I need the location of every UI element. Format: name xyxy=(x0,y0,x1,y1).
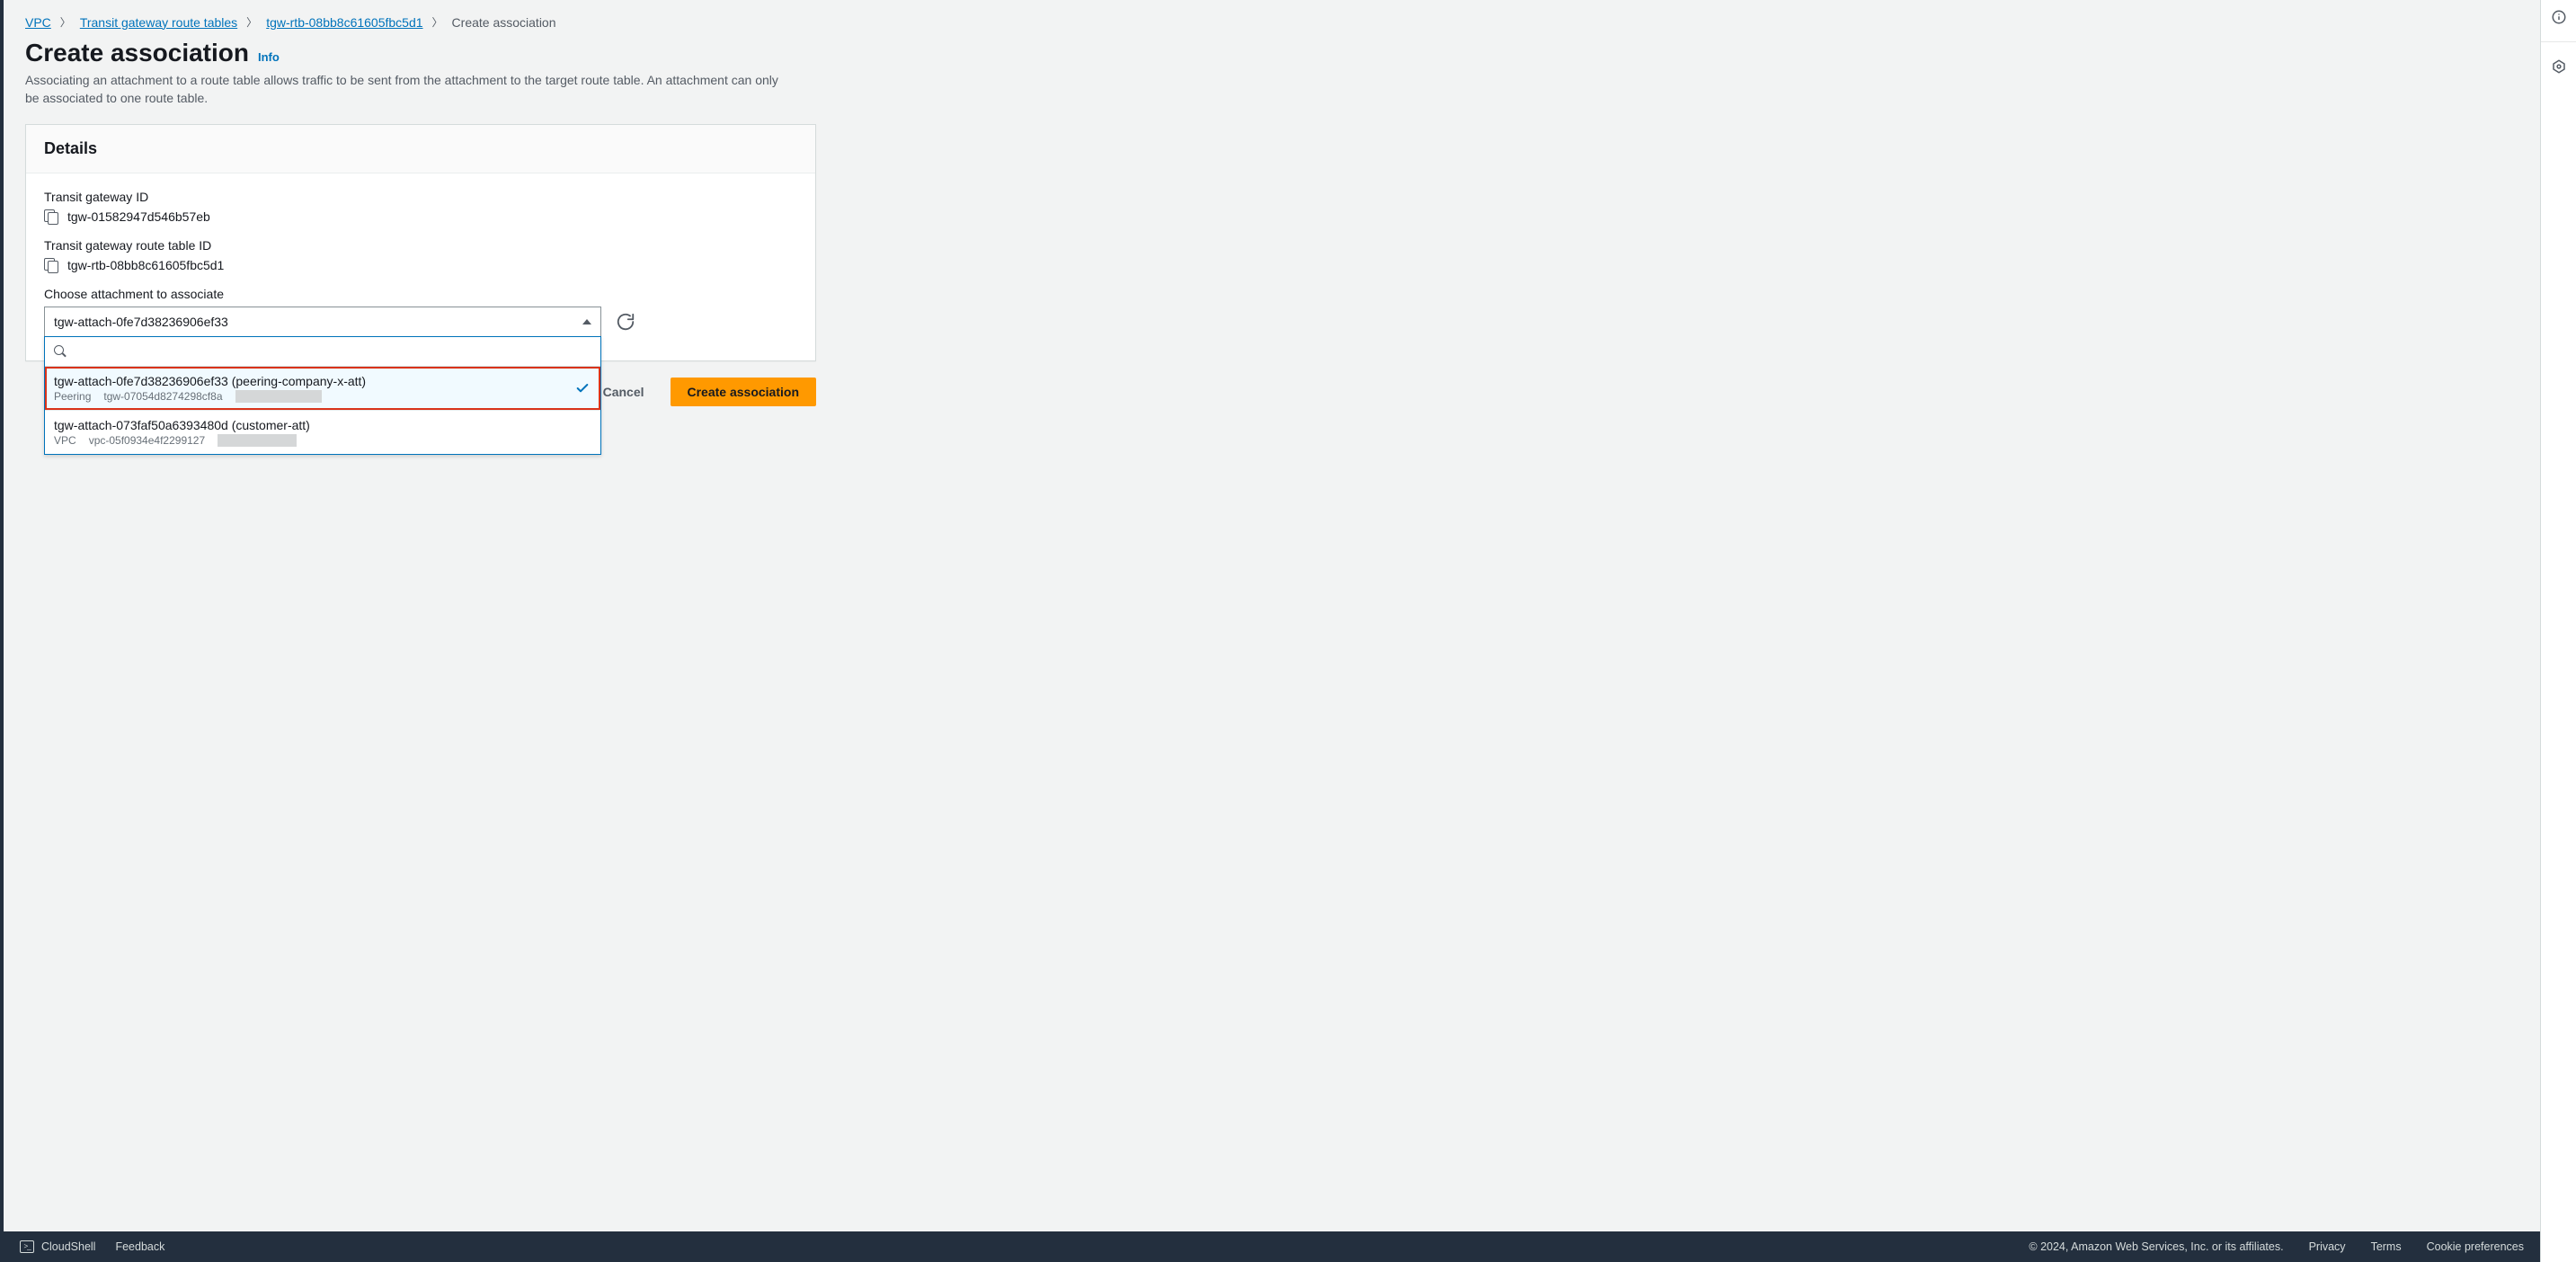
breadcrumb-current: Create association xyxy=(452,15,556,30)
tgw-id-label: Transit gateway ID xyxy=(44,190,797,204)
refresh-button[interactable] xyxy=(616,312,635,332)
dropdown-option-resource: tgw-07054d8274298cf8a xyxy=(103,390,222,403)
dropdown-option-type: Peering xyxy=(54,390,91,403)
rtb-id-label: Transit gateway route table ID xyxy=(44,238,797,253)
breadcrumb: VPC 〉 Transit gateway route tables 〉 tgw… xyxy=(25,14,2504,30)
attachment-select-value: tgw-attach-0fe7d38236906ef33 xyxy=(54,315,228,329)
dropdown-option-resource: vpc-05f0934e4f2299127 xyxy=(89,434,205,447)
page-title: Create association xyxy=(25,39,249,67)
attachment-search-input[interactable] xyxy=(74,342,591,360)
dropdown-option-title: tgw-attach-0fe7d38236906ef33 (peering-co… xyxy=(54,374,564,388)
privacy-link[interactable]: Privacy xyxy=(2309,1240,2346,1253)
copy-icon[interactable] xyxy=(44,209,58,224)
chevron-right-icon: 〉 xyxy=(60,14,71,30)
attachment-dropdown: tgw-attach-0fe7d38236906ef33 (peering-co… xyxy=(44,336,601,455)
panel-title: Details xyxy=(26,125,815,173)
breadcrumb-rtb[interactable]: tgw-rtb-08bb8c61605fbc5d1 xyxy=(266,15,422,30)
copy-icon[interactable] xyxy=(44,258,58,272)
check-icon xyxy=(575,381,590,395)
dropdown-option[interactable]: tgw-attach-0fe7d38236906ef33 (peering-co… xyxy=(45,367,600,410)
redacted-block xyxy=(218,434,297,447)
dropdown-option-title: tgw-attach-073faf50a6393480d (customer-a… xyxy=(54,418,564,432)
terms-link[interactable]: Terms xyxy=(2371,1240,2402,1253)
choose-attachment-label: Choose attachment to associate xyxy=(44,287,797,301)
info-icon[interactable] xyxy=(2551,9,2567,25)
chevron-right-icon: 〉 xyxy=(432,14,443,30)
caret-up-icon xyxy=(582,319,591,324)
rtb-id-value: tgw-rtb-08bb8c61605fbc5d1 xyxy=(67,258,224,272)
cookie-preferences-link[interactable]: Cookie preferences xyxy=(2427,1240,2524,1253)
create-association-button[interactable]: Create association xyxy=(671,378,817,406)
chevron-right-icon: 〉 xyxy=(246,14,257,30)
footer-copyright: © 2024, Amazon Web Services, Inc. or its… xyxy=(2029,1240,2283,1253)
page-description: Associating an attachment to a route tab… xyxy=(25,71,780,108)
info-link[interactable]: Info xyxy=(258,50,280,64)
right-rail xyxy=(2540,0,2576,1262)
cloudshell-icon xyxy=(20,1240,34,1253)
settings-hex-icon[interactable] xyxy=(2551,58,2567,75)
cloudshell-button[interactable]: CloudShell xyxy=(20,1240,95,1253)
dropdown-option[interactable]: tgw-attach-073faf50a6393480d (customer-a… xyxy=(45,410,600,454)
footer: CloudShell Feedback © 2024, Amazon Web S… xyxy=(4,1231,2540,1262)
breadcrumb-tgrt[interactable]: Transit gateway route tables xyxy=(80,15,237,30)
details-panel: Details Transit gateway ID tgw-01582947d… xyxy=(25,124,816,361)
redacted-block xyxy=(235,390,322,403)
search-icon xyxy=(54,345,67,358)
breadcrumb-vpc[interactable]: VPC xyxy=(25,15,51,30)
attachment-select[interactable]: tgw-attach-0fe7d38236906ef33 xyxy=(44,307,601,337)
dropdown-option-type: VPC xyxy=(54,434,76,447)
feedback-link[interactable]: Feedback xyxy=(115,1240,164,1253)
tgw-id-value: tgw-01582947d546b57eb xyxy=(67,209,210,224)
